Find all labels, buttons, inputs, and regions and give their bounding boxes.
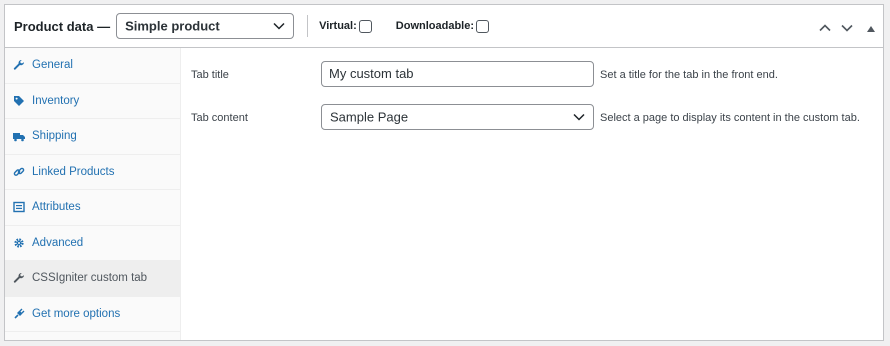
tab-panel: Tab title My custom tab Set a title for … [181, 48, 883, 340]
downloadable-option[interactable]: Downloadable: [395, 19, 490, 33]
panel-title: Product data — [14, 18, 111, 34]
product-type-select[interactable]: Simple product [116, 13, 295, 39]
truck-icon [13, 130, 25, 142]
plugin-icon [13, 308, 25, 320]
tab-label: Get more options [32, 307, 121, 320]
virtual-option[interactable]: Virtual: [319, 19, 372, 33]
virtual-label: Virtual: [319, 20, 357, 32]
move-up-icon[interactable] [819, 19, 831, 37]
tab-attributes[interactable]: Attributes [5, 190, 180, 226]
link-icon [13, 166, 25, 178]
collapse-toggle-icon[interactable] [867, 19, 875, 37]
downloadable-checkbox[interactable] [476, 19, 490, 33]
product-data-tabs: General Inventory Shipping Linked Produc… [5, 48, 181, 340]
tab-content-value: Sample Page [330, 109, 409, 125]
tab-cssigniter-custom-tab[interactable]: CSSIgniter custom tab [5, 261, 180, 297]
panel-header: Product data — Simple product Virtual: D… [5, 5, 883, 48]
panel-controls [819, 19, 875, 37]
tab-label: Advanced [32, 236, 84, 249]
tab-content-description: Select a page to display its content in … [600, 112, 860, 124]
tab-label: Attributes [32, 201, 81, 214]
wrench-icon [13, 59, 25, 71]
chevron-down-icon [273, 22, 285, 30]
virtual-checkbox[interactable] [358, 19, 372, 33]
product-data-panel: Product data — Simple product Virtual: D… [4, 4, 884, 341]
tab-label: CSSIgniter custom tab [32, 272, 148, 285]
tab-label: Linked Products [32, 165, 115, 178]
header-divider [307, 15, 309, 37]
tab-general[interactable]: General [5, 48, 180, 84]
tab-content-select[interactable]: Sample Page [321, 104, 594, 130]
tab-linked-products[interactable]: Linked Products [5, 155, 180, 190]
tab-get-more-options[interactable]: Get more options [5, 297, 180, 332]
tab-inventory[interactable]: Inventory [5, 84, 180, 119]
list-icon [13, 201, 25, 213]
tab-content-label: Tab content [191, 112, 248, 124]
tab-label: General [32, 59, 73, 72]
tab-title-label: Tab title [191, 69, 229, 81]
tab-label: Shipping [32, 130, 77, 143]
wrench-icon [13, 272, 25, 284]
tab-title-input[interactable]: My custom tab [321, 61, 594, 87]
downloadable-label: Downloadable: [395, 20, 475, 32]
move-down-icon[interactable] [841, 19, 853, 37]
tag-icon [13, 95, 25, 107]
tab-label: Inventory [32, 94, 80, 107]
tab-shipping[interactable]: Shipping [5, 119, 180, 155]
chevron-down-icon [573, 113, 585, 121]
product-type-value: Simple product [125, 18, 220, 34]
tab-title-description: Set a title for the tab in the front end… [600, 69, 778, 81]
gear-icon [13, 237, 25, 249]
tab-advanced[interactable]: Advanced [5, 226, 180, 261]
